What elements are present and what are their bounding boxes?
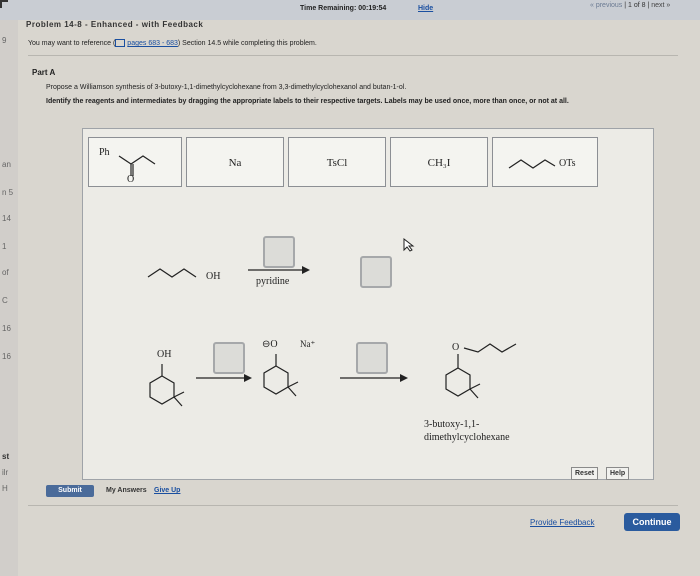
strip-mark: of (2, 268, 9, 277)
my-answers-link[interactable]: My Answers (106, 487, 147, 494)
label-ch3i[interactable]: CH₃I (390, 137, 488, 187)
drop-target-intermediate-1[interactable] (360, 256, 392, 288)
strip-mark: 16 (2, 324, 11, 333)
drop-target-reagent-2[interactable] (213, 342, 245, 374)
cyclohexanol-oh: OH (157, 349, 172, 360)
submit-button[interactable]: Submit (46, 485, 94, 497)
strip-mark: an (2, 160, 11, 169)
butanol-oh: OH (206, 271, 221, 282)
strip-mark: H (2, 484, 8, 493)
top-bar: Time Remaining: 00:19:54 Hide « previous… (0, 0, 700, 20)
previous-link[interactable]: « previous (590, 2, 622, 9)
divider (28, 55, 678, 56)
label-na[interactable]: Na (186, 137, 284, 187)
reaction-arrow (196, 374, 252, 382)
label-butyl-tosylate[interactable]: OTs (492, 137, 598, 187)
drop-target-reagent-1[interactable] (263, 236, 295, 268)
reset-button[interactable]: Reset (571, 467, 599, 480)
reaction-arrow (248, 266, 310, 274)
page-indicator: 1 of 8 (628, 2, 646, 9)
strip-mark: st (2, 452, 10, 461)
left-side-strip: 9 an n 5 14 1 of C 16 16 st ilr H (0, 20, 18, 576)
window-corner (0, 0, 8, 8)
ph-label: Ph (99, 147, 110, 158)
label-tscl[interactable]: TsCl (288, 137, 386, 187)
strip-mark: 16 (2, 352, 11, 361)
divider (28, 505, 678, 506)
reference-line: You may want to reference (pages 683 - 6… (28, 39, 317, 47)
alkoxide-o-minus: ⊖O (262, 339, 278, 350)
label-phenyl-ketone[interactable]: Ph O (88, 137, 182, 187)
time-remaining: Time Remaining: 00:19:54 (300, 5, 387, 12)
strip-mark: C (2, 296, 8, 305)
instructions: Identify the reagents and intermediates … (46, 98, 569, 105)
provide-feedback-link[interactable]: Provide Feedback (530, 518, 594, 527)
pyridine-label: pyridine (256, 276, 290, 287)
hide-timer-link[interactable]: Hide (418, 5, 433, 12)
strip-mark: 1 (2, 242, 7, 251)
next-link[interactable]: next » (651, 2, 670, 9)
butanol-structure (147, 268, 197, 278)
strip-mark: 9 (2, 36, 7, 45)
ots-label: OTs (559, 158, 576, 169)
reaction-arrow (340, 374, 408, 382)
product-structure (445, 343, 517, 399)
give-up-link[interactable]: Give Up (154, 487, 180, 494)
continue-button[interactable]: Continue (624, 513, 680, 531)
dimethylcyclohexanol-structure (149, 364, 185, 407)
sodium-cation: Na⁺ (300, 339, 316, 349)
problem-title: Problem 14-8 - Enhanced - with Feedback (26, 20, 204, 29)
help-button[interactable]: Help (606, 467, 630, 480)
pager: « previous | 1 of 8 | next » (590, 2, 671, 9)
strip-mark: ilr (2, 468, 9, 477)
phenyl-ketone-structure (118, 155, 156, 176)
strip-mark: n 5 (2, 188, 14, 197)
butyl-tosylate-structure (508, 159, 556, 169)
product-name-line1: 3-butoxy-1,1- (424, 419, 480, 430)
cursor-icon (403, 238, 415, 252)
product-name-line2: dimethylcyclohexane (424, 432, 510, 443)
ketone-o-label: O (127, 174, 135, 185)
strip-mark: 14 (2, 214, 11, 223)
part-label: Part A (32, 68, 56, 77)
question-prompt: Propose a Williamson synthesis of 3-buto… (46, 84, 407, 91)
drop-target-reagent-3[interactable] (356, 342, 388, 374)
alkoxide-structure (263, 354, 299, 397)
reference-link[interactable]: pages 683 - 683 (127, 40, 178, 47)
book-icon (115, 39, 126, 47)
